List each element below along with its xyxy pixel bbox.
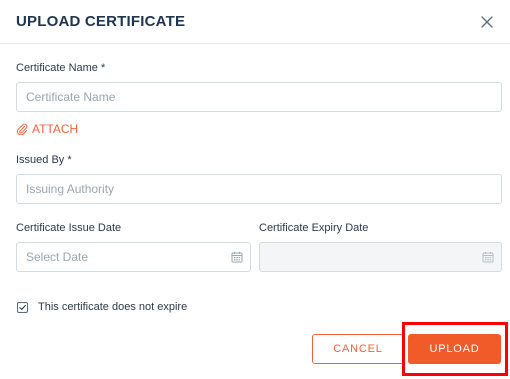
certificate-name-input[interactable] [16,82,502,112]
attach-button[interactable]: ATTACH [16,121,78,137]
attach-label: ATTACH [32,122,79,136]
certificate-name-label: Certificate Name * [16,62,106,74]
expiry-date-label: Certificate Expiry Date [259,222,369,234]
upload-button[interactable]: UPLOAD [408,334,501,364]
checkmark-icon [19,304,26,310]
issue-date-label: Certificate Issue Date [16,222,122,234]
no-expiry-checkbox[interactable] [17,302,28,313]
issued-by-input[interactable] [16,174,502,204]
calendar-icon[interactable] [231,251,243,263]
expiry-date-input[interactable] [259,242,502,272]
close-icon[interactable] [478,13,496,31]
dialog-header: UPLOAD CERTIFICATE [0,0,510,44]
cancel-button[interactable]: CANCEL [312,334,404,364]
issued-by-label: Issued By * [16,154,72,166]
issue-date-input[interactable] [16,242,251,272]
no-expiry-label: This certificate does not expire [38,301,188,313]
paperclip-icon [16,123,28,135]
dialog-title: UPLOAD CERTIFICATE [16,13,186,30]
calendar-icon [482,252,494,263]
upload-certificate-dialog: UPLOAD CERTIFICATE Certificate Name * AT… [0,0,510,379]
